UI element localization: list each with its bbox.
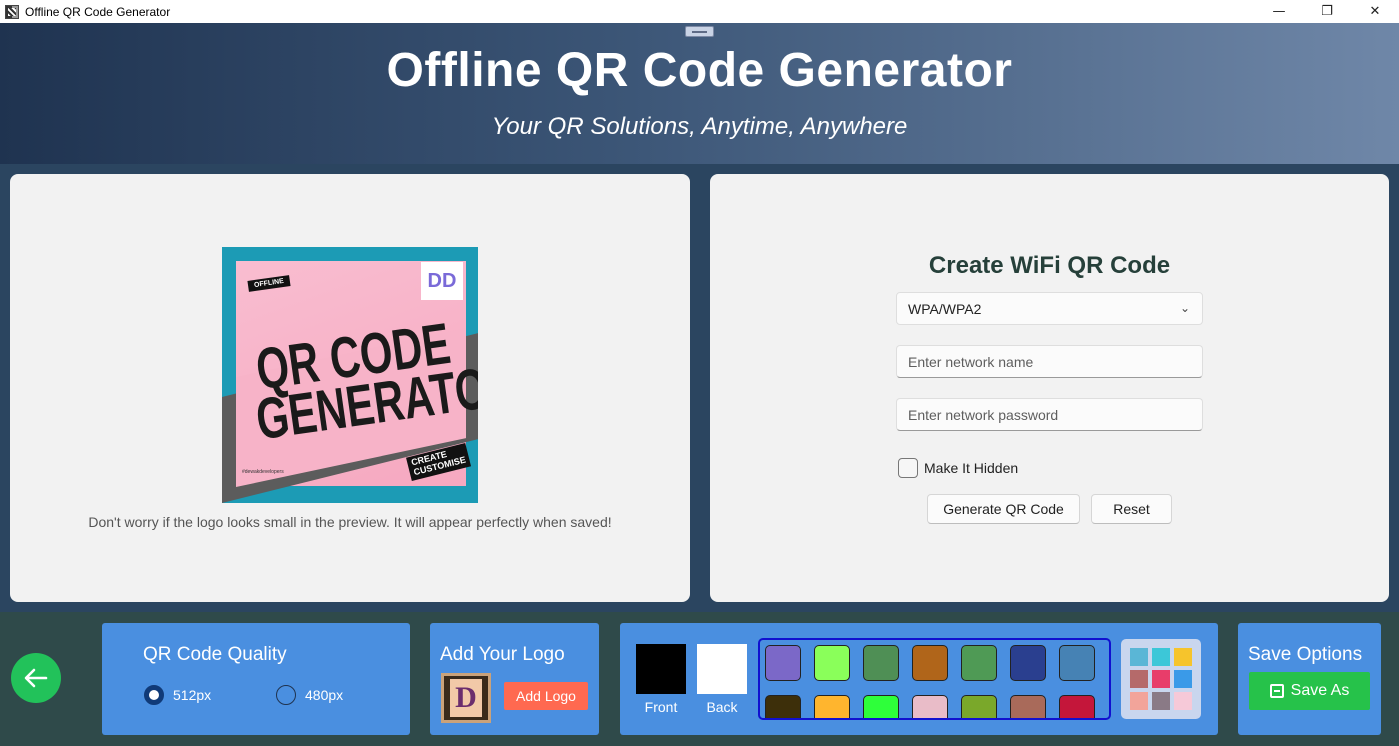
color-picker-tile bbox=[1174, 670, 1192, 688]
security-type-select[interactable]: WPA/WPA2 ⌄ bbox=[896, 292, 1203, 325]
close-button[interactable]: ✕ bbox=[1351, 0, 1399, 23]
color-picker-tile bbox=[1174, 692, 1192, 710]
back-color-swatch[interactable] bbox=[697, 644, 747, 694]
save-as-label: Save As bbox=[1290, 682, 1350, 699]
window-controls: — ❐ ✕ bbox=[1255, 0, 1399, 23]
restore-button[interactable]: ❐ bbox=[1303, 0, 1351, 23]
back-color-label: Back bbox=[706, 699, 738, 715]
save-card: Save Options Save As bbox=[1238, 623, 1381, 735]
radio-480[interactable] bbox=[276, 685, 296, 705]
front-color-label: Front bbox=[644, 699, 678, 715]
preview-panel: OFFLINE DD QR CODE GENERATOR CREATE CUST… bbox=[10, 174, 690, 602]
logo-thumbnail: D bbox=[441, 673, 491, 723]
palette-color-swatch[interactable] bbox=[814, 645, 850, 681]
back-button[interactable] bbox=[11, 653, 61, 703]
color-picker-tile bbox=[1152, 648, 1170, 666]
color-palette bbox=[758, 638, 1111, 720]
hidden-network-checkbox[interactable] bbox=[898, 458, 918, 478]
app-icon bbox=[5, 4, 19, 19]
palette-color-swatch[interactable] bbox=[961, 695, 997, 718]
qr-preview-image: OFFLINE DD QR CODE GENERATOR CREATE CUST… bbox=[222, 247, 478, 503]
hidden-network-label: Make It Hidden bbox=[924, 460, 1019, 476]
quality-card: QR Code Quality 512px 480px bbox=[102, 623, 410, 735]
security-type-value: WPA/WPA2 bbox=[908, 300, 982, 317]
generate-qr-button[interactable]: Generate QR Code bbox=[927, 494, 1080, 524]
radio-512[interactable] bbox=[144, 685, 164, 705]
minimize-button[interactable]: — bbox=[1255, 0, 1303, 23]
palette-color-swatch[interactable] bbox=[912, 695, 948, 718]
palette-color-swatch[interactable] bbox=[1010, 695, 1046, 718]
preview-dd-logo: DD bbox=[421, 262, 463, 300]
quality-option-label: 512px bbox=[173, 687, 212, 703]
color-picker-tile bbox=[1152, 670, 1170, 688]
floppy-disk-icon bbox=[1269, 684, 1284, 698]
logo-card: Add Your Logo D Add Logo bbox=[430, 623, 599, 735]
palette-color-swatch[interactable] bbox=[765, 695, 801, 718]
palette-color-swatch[interactable] bbox=[765, 645, 801, 681]
palette-color-swatch[interactable] bbox=[814, 695, 850, 718]
app-subtitle: Your QR Solutions, Anytime, Anywhere bbox=[491, 113, 908, 140]
quality-title: QR Code Quality bbox=[143, 644, 287, 665]
preview-note: Don't worry if the logo looks small in t… bbox=[88, 514, 612, 530]
logo-letter: D bbox=[450, 679, 482, 717]
logo-title: Add Your Logo bbox=[440, 644, 565, 665]
save-title: Save Options bbox=[1248, 644, 1363, 665]
reset-button[interactable]: Reset bbox=[1091, 494, 1172, 524]
quality-option-512[interactable]: 512px bbox=[144, 685, 211, 705]
add-logo-button[interactable]: Add Logo bbox=[504, 682, 588, 710]
hidden-network-option[interactable]: Make It Hidden bbox=[898, 458, 1018, 478]
app-header: Offline QR Code Generator Your QR Soluti… bbox=[0, 23, 1399, 164]
color-picker-icon[interactable] bbox=[1121, 639, 1201, 719]
colors-card: Front Back bbox=[620, 623, 1218, 735]
palette-color-swatch[interactable] bbox=[912, 645, 948, 681]
palette-color-swatch[interactable] bbox=[961, 645, 997, 681]
palette-color-swatch[interactable] bbox=[863, 695, 899, 718]
chevron-down-icon: ⌄ bbox=[1179, 301, 1190, 315]
window-title: Offline QR Code Generator bbox=[25, 4, 171, 19]
quality-option-label: 480px bbox=[305, 687, 344, 703]
network-name-input[interactable] bbox=[896, 345, 1203, 378]
color-picker-tile bbox=[1130, 648, 1148, 666]
wifi-form-panel: Create WiFi QR Code WPA/WPA2 ⌄ Make It H… bbox=[710, 174, 1389, 602]
palette-color-swatch[interactable] bbox=[1059, 645, 1095, 681]
wifi-form-title: Create WiFi QR Code bbox=[928, 252, 1171, 279]
title-bar: Offline QR Code Generator — ❐ ✕ bbox=[0, 0, 1399, 23]
network-password-input[interactable] bbox=[896, 398, 1203, 431]
color-picker-tile bbox=[1130, 670, 1148, 688]
drag-handle-icon[interactable] bbox=[685, 26, 714, 37]
palette-color-swatch[interactable] bbox=[1010, 645, 1046, 681]
front-color-swatch[interactable] bbox=[636, 644, 686, 694]
quality-option-480[interactable]: 480px bbox=[276, 685, 343, 705]
color-picker-tile bbox=[1130, 692, 1148, 710]
palette-color-swatch[interactable] bbox=[1059, 695, 1095, 718]
preview-handle: #dewakdevelopers bbox=[242, 469, 284, 475]
color-picker-tile bbox=[1152, 692, 1170, 710]
app-title: Offline QR Code Generator bbox=[386, 44, 1013, 97]
arrow-left-icon bbox=[24, 668, 48, 688]
color-picker-tile bbox=[1174, 648, 1192, 666]
save-as-button[interactable]: Save As bbox=[1249, 672, 1370, 710]
palette-color-swatch[interactable] bbox=[863, 645, 899, 681]
